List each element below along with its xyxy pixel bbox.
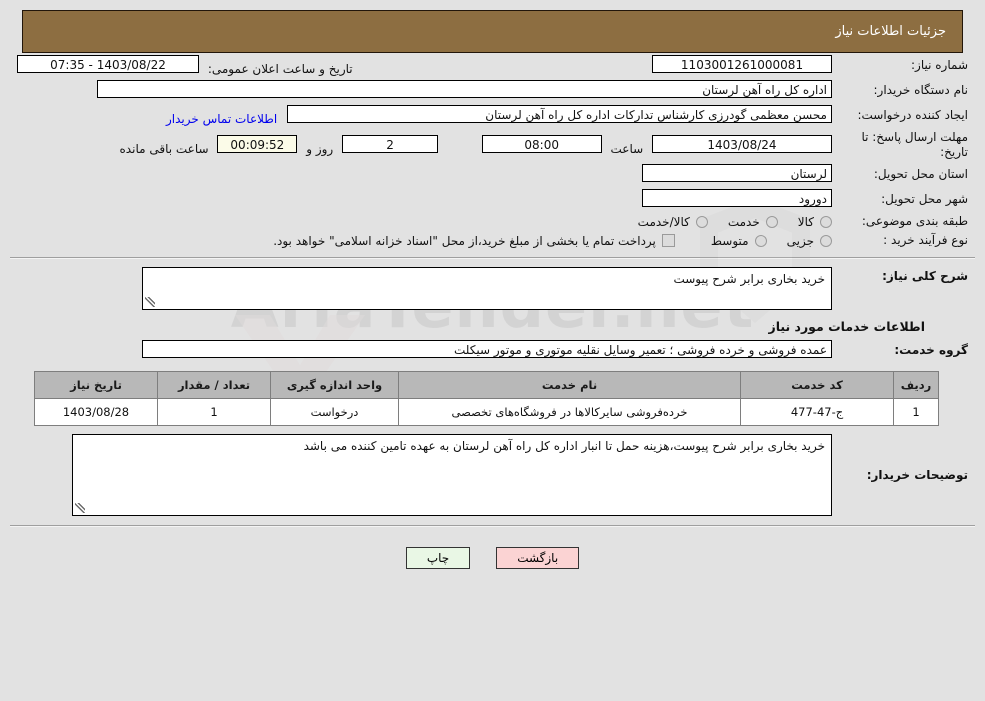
process-type-radio-group: جزیی متوسط پرداخت تمام یا بخشی از مبلغ خ… bbox=[17, 234, 832, 248]
deadline-date-input[interactable]: 1403/08/24 bbox=[652, 134, 832, 153]
cell-unit: درخواست bbox=[270, 398, 399, 426]
city-label: شهر محل تحویل: bbox=[881, 192, 968, 206]
services-table-head: ردیف کد خدمت نام خدمت واحد اندازه گیری ت… bbox=[34, 371, 939, 399]
services-table-wrap: ردیف کد خدمت نام خدمت واحد اندازه گیری ت… bbox=[14, 371, 971, 426]
radio-service[interactable] bbox=[765, 215, 778, 228]
row-province: استان محل تحویل: لرستان bbox=[14, 162, 971, 187]
services-section-heading: اطلاعات خدمات مورد نیاز bbox=[768, 319, 926, 334]
buyer-org-input[interactable]: اداره کل راه آهن لرستان bbox=[97, 80, 832, 98]
need-number-input[interactable]: 1103001261000081 bbox=[652, 55, 832, 73]
buyer-contact-link[interactable]: اطلاعات تماس خریدار bbox=[166, 112, 283, 126]
public-announce-input[interactable]: 1403/08/22 - 07:35 bbox=[17, 55, 199, 73]
buyer-org-label: نام دستگاه خریدار: bbox=[873, 83, 969, 97]
city-input[interactable]: دورود bbox=[642, 189, 832, 207]
province-input[interactable]: لرستان bbox=[642, 164, 832, 182]
radio-medium-label: متوسط bbox=[710, 233, 749, 248]
row-buyer-org: نام دستگاه خریدار: اداره کل راه آهن لرست… bbox=[14, 78, 971, 103]
need-number-label: شماره نیاز: bbox=[911, 58, 968, 72]
buyer-notes-form: توضیحات خریدار: خرید بخاری برابر شرح پیو… bbox=[14, 432, 971, 518]
classification-label: طبقه بندی موضوعی: bbox=[861, 214, 968, 228]
service-group-input[interactable]: عمده فروشی و خرده فروشی ؛ تعمیر وسایل نق… bbox=[142, 340, 832, 358]
remaining-time-countdown: 00:09:52 bbox=[217, 134, 298, 153]
radio-service-label: خدمت bbox=[727, 214, 760, 229]
city-field-cell: دورود bbox=[14, 187, 835, 212]
creator-field-cell: محسن معظمی گودرزی کارشناس تدارکات اداره … bbox=[14, 103, 835, 128]
cell-need-date: 1403/08/28 bbox=[34, 398, 158, 426]
divider-bottom bbox=[10, 525, 975, 527]
need-info-form: شماره نیاز: 1103001261000081 تاریخ و ساع… bbox=[14, 53, 971, 250]
col-need-date: تاریخ نیاز bbox=[34, 371, 158, 399]
col-quantity: تعداد / مقدار bbox=[157, 371, 271, 399]
back-button[interactable]: بازگشت bbox=[496, 547, 580, 569]
row-service-group: گروه خدمت: عمده فروشی و خرده فروشی ؛ تعم… bbox=[14, 338, 971, 363]
need-summary-label: شرح کلی نیاز: bbox=[882, 269, 968, 283]
buyer-notes-field-cell: خرید بخاری برابر شرح پیوست،هزینه حمل تا … bbox=[14, 432, 835, 518]
page-header-bar: جزئیات اطلاعات نیاز bbox=[22, 10, 963, 53]
cell-quantity: 1 bbox=[157, 398, 271, 426]
need-summary-field-cell: خرید بخاری برابر شرح پیوست bbox=[14, 265, 835, 312]
creator-label: ایجاد کننده درخواست: bbox=[857, 108, 968, 122]
radio-goods-service-label: کالا/خدمت bbox=[637, 214, 690, 229]
table-header-row: ردیف کد خدمت نام خدمت واحد اندازه گیری ت… bbox=[34, 371, 939, 399]
public-announce-cell: تاریخ و ساعت اعلان عمومی: 1403/08/22 - 0… bbox=[14, 53, 425, 78]
public-announce-label: تاریخ و ساعت اعلان عمومی: bbox=[207, 62, 353, 76]
col-code: کد خدمت bbox=[740, 371, 894, 399]
radio-minor[interactable] bbox=[820, 234, 832, 247]
classification-options-cell: کالا خدمت کالا/خدمت bbox=[14, 212, 835, 231]
row-deadline: مهلت ارسال پاسخ: تا تاریخ: 1403/08/24 سا… bbox=[14, 128, 971, 162]
radio-minor-label: جزیی bbox=[786, 233, 814, 248]
need-summary-form: شرح کلی نیاز: خرید بخاری برابر شرح پیوست bbox=[14, 265, 971, 312]
row-process-type: نوع فرآیند خرید : جزیی متوسط پرداخت تمام… bbox=[14, 231, 971, 250]
row-buyer-notes: توضیحات خریدار: خرید بخاری برابر شرح پیو… bbox=[14, 432, 971, 518]
need-info-panel: شماره نیاز: 1103001261000081 تاریخ و ساع… bbox=[0, 53, 985, 250]
creator-input[interactable]: محسن معظمی گودرزی کارشناس تدارکات اداره … bbox=[287, 105, 832, 123]
row-need-number: شماره نیاز: 1103001261000081 تاریخ و ساع… bbox=[14, 53, 971, 78]
deadline-label: مهلت ارسال پاسخ: تا تاریخ: bbox=[861, 130, 968, 159]
days-and-label: روز و bbox=[306, 141, 334, 156]
table-row: 1 ج-47-477 خرده‌فروشی سایرکالاها در فروش… bbox=[34, 398, 939, 426]
radio-medium[interactable] bbox=[754, 234, 767, 247]
col-name: نام خدمت bbox=[398, 371, 741, 399]
process-type-options-cell: جزیی متوسط پرداخت تمام یا بخشی از مبلغ خ… bbox=[14, 231, 835, 250]
need-number-field-cell: 1103001261000081 bbox=[425, 53, 836, 78]
buyer-org-field-cell: اداره کل راه آهن لرستان bbox=[14, 78, 835, 103]
footer-button-bar: بازگشت چاپ bbox=[0, 533, 985, 569]
divider-top bbox=[10, 257, 975, 259]
province-field-cell: لرستان bbox=[14, 162, 835, 187]
province-label: استان محل تحویل: bbox=[873, 167, 968, 181]
col-row: ردیف bbox=[893, 371, 939, 399]
cell-name: خرده‌فروشی سایرکالاها در فروشگاه‌های تخص… bbox=[398, 398, 741, 426]
row-city: شهر محل تحویل: دورود bbox=[14, 187, 971, 212]
buyer-notes-textarea[interactable]: خرید بخاری برابر شرح پیوست،هزینه حمل تا … bbox=[72, 434, 832, 516]
row-classification: طبقه بندی موضوعی: کالا خدمت کالا/خدمت bbox=[14, 212, 971, 231]
service-group-label: گروه خدمت: bbox=[894, 343, 968, 357]
cell-code: ج-47-477 bbox=[740, 398, 894, 426]
services-table: ردیف کد خدمت نام خدمت واحد اندازه گیری ت… bbox=[34, 371, 939, 426]
remaining-suffix-label: ساعت باقی مانده bbox=[119, 141, 209, 156]
radio-goods[interactable] bbox=[820, 215, 832, 228]
row-creator: ایجاد کننده درخواست: محسن معظمی گودرزی ک… bbox=[14, 103, 971, 128]
col-unit: واحد اندازه گیری bbox=[270, 371, 399, 399]
deadline-field-cell: 1403/08/24 ساعت 08:00 2 روز و 00:09:52 س… bbox=[14, 128, 835, 162]
treasury-bonds-checkbox[interactable] bbox=[661, 234, 675, 247]
treasury-bonds-note: پرداخت تمام یا بخشی از مبلغ خرید،از محل … bbox=[273, 233, 656, 248]
radio-goods-label: کالا bbox=[797, 214, 814, 229]
need-summary-textarea[interactable]: خرید بخاری برابر شرح پیوست bbox=[142, 267, 832, 310]
radio-goods-service[interactable] bbox=[695, 215, 708, 228]
deadline-hour-input[interactable]: 08:00 bbox=[481, 134, 602, 153]
print-button[interactable]: چاپ bbox=[405, 547, 471, 569]
row-need-summary: شرح کلی نیاز: خرید بخاری برابر شرح پیوست bbox=[14, 265, 971, 312]
deadline-hour-label: ساعت bbox=[610, 141, 644, 156]
services-table-body: 1 ج-47-477 خرده‌فروشی سایرکالاها در فروش… bbox=[34, 398, 939, 426]
service-group-field-cell: عمده فروشی و خرده فروشی ؛ تعمیر وسایل نق… bbox=[14, 338, 835, 363]
process-type-label: نوع فرآیند خرید : bbox=[883, 233, 968, 247]
need-summary-panel: شرح کلی نیاز: خرید بخاری برابر شرح پیوست… bbox=[0, 265, 985, 518]
buyer-notes-label: توضیحات خریدار: bbox=[866, 467, 968, 482]
classification-radio-group: کالا خدمت کالا/خدمت bbox=[17, 215, 832, 229]
service-group-form: گروه خدمت: عمده فروشی و خرده فروشی ؛ تعم… bbox=[14, 338, 971, 363]
cell-row: 1 bbox=[893, 398, 939, 426]
remaining-days-input[interactable]: 2 bbox=[342, 134, 439, 153]
page-title: جزئیات اطلاعات نیاز bbox=[835, 24, 946, 39]
